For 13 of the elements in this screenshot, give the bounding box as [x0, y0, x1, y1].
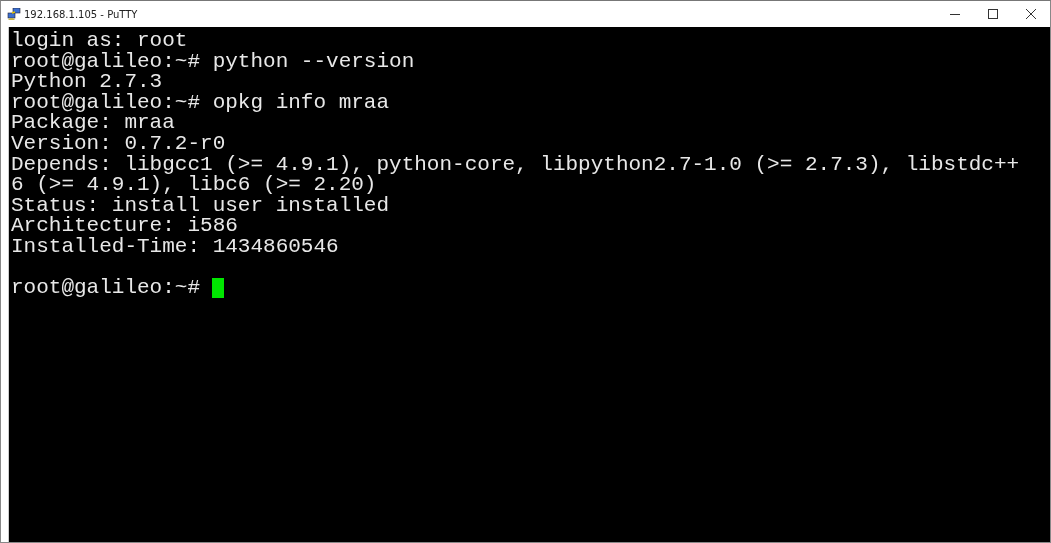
terminal-line: Installed-Time: 1434860546: [11, 236, 339, 258]
window-title: 192.168.1.105 - PuTTY: [24, 8, 139, 20]
terminal-line: login as: root: [11, 31, 188, 52]
terminal-line: Status: install user installed: [11, 195, 390, 217]
terminal-line: 6 (>= 4.9.1), libc6 (>= 2.20): [11, 175, 377, 196]
terminal-prompt: root@galileo:~#: [11, 278, 201, 299]
maximize-icon: [988, 9, 998, 19]
computers-icon: [7, 8, 21, 20]
terminal-line: Version: 0.7.2-r0: [11, 133, 226, 155]
terminal-line: Package: mraa: [11, 113, 175, 134]
terminal-line: Python 2.7.3: [11, 72, 163, 93]
terminal-line: Architecture: i586: [11, 216, 238, 237]
close-icon: [1026, 9, 1036, 19]
